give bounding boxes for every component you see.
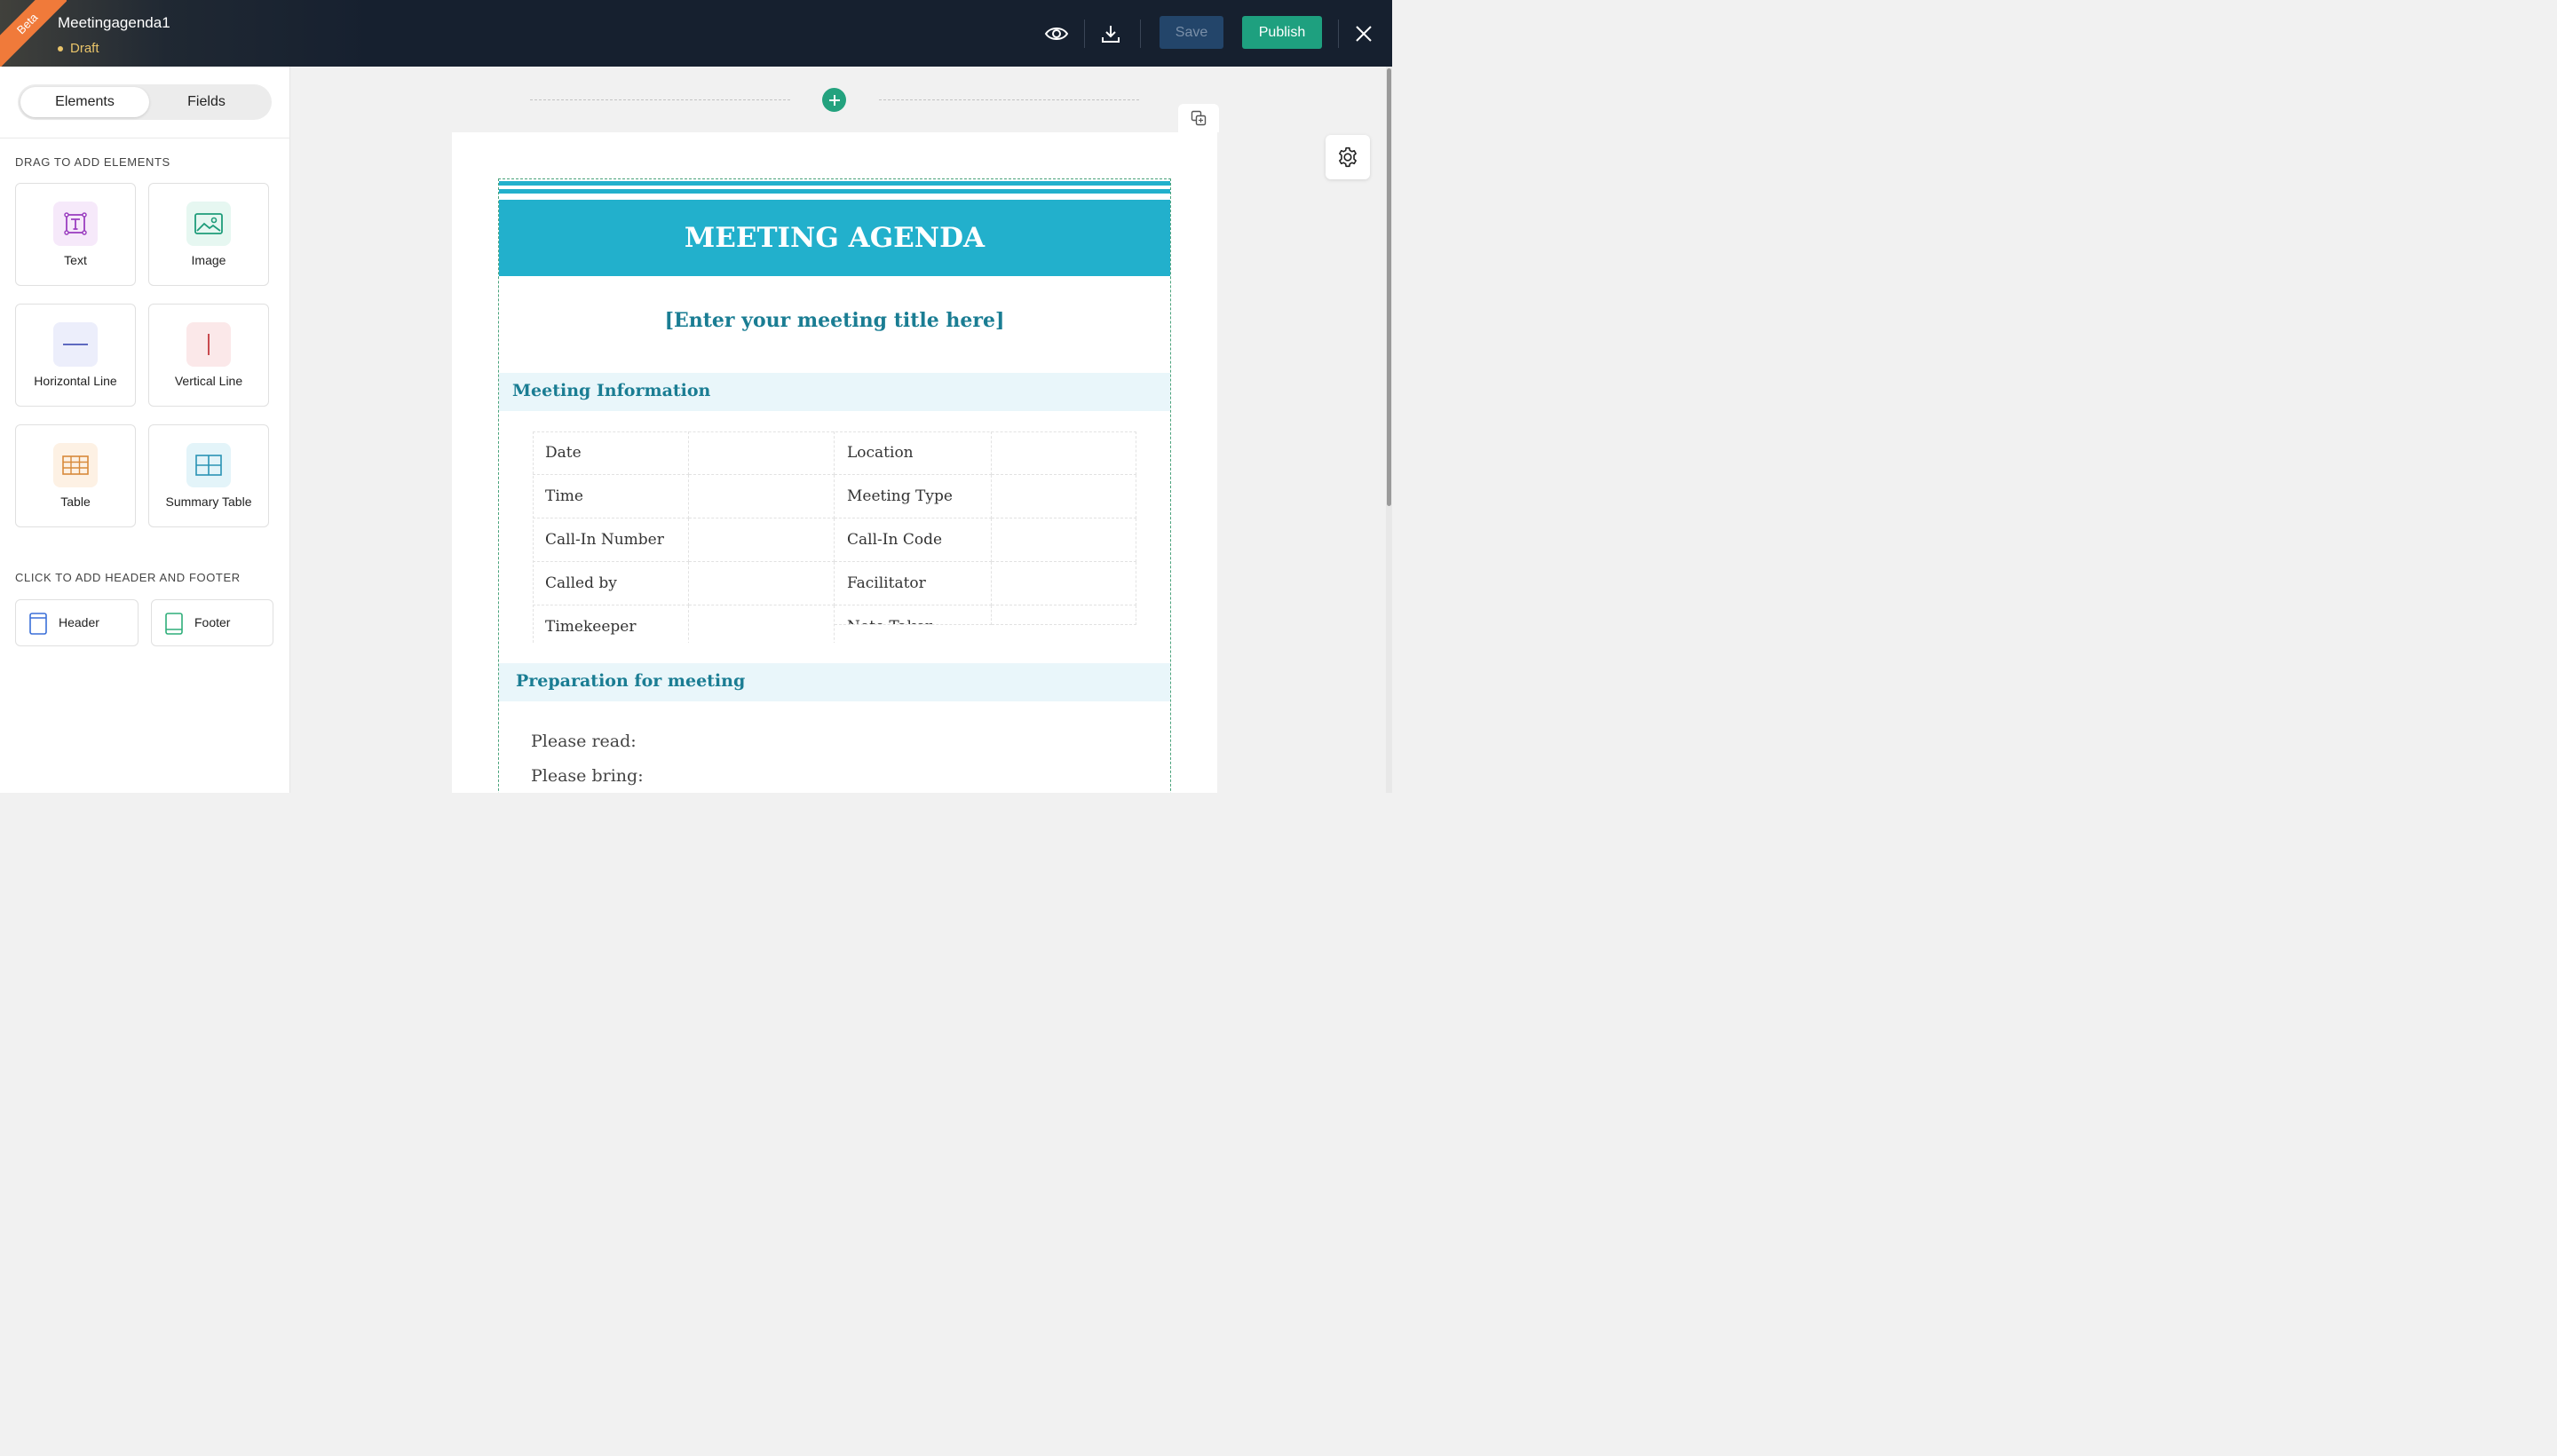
header-icon [29,613,47,639]
section-heading[interactable]: Meeting Information [512,381,710,400]
prep-item[interactable]: Please bring: [531,766,644,786]
element-label: Table [60,495,91,509]
image-icon [186,202,231,246]
table-cell-value[interactable] [689,518,835,562]
table-cell-label[interactable]: Called by [533,562,689,605]
top-bar: Beta Meetingagenda1 Draft Save Publish [0,0,1392,67]
element-label: Image [191,253,226,267]
table-cell-value[interactable] [992,475,1136,518]
header-label: Header [59,615,99,629]
page-settings-button[interactable] [1326,135,1370,179]
element-table[interactable]: Table [15,424,136,527]
element-vertical-line[interactable]: Vertical Line [148,304,269,407]
table-cell-value[interactable] [992,562,1136,605]
toolbar-divider [1140,20,1141,48]
table-cell-label[interactable]: Facilitator [835,562,992,605]
table-cell-value[interactable] [689,605,835,643]
text-icon [53,202,98,246]
editor-canvas[interactable]: MEETING AGENDA [Enter your meeting title… [290,67,1392,793]
prep-item[interactable]: Please read: [531,732,637,751]
vertical-line-icon [186,322,231,367]
table-cell-label[interactable]: Location [835,431,992,475]
section-meeting-information: Meeting Information [499,373,1170,411]
table-cell-label[interactable]: Call-In Code [835,518,992,562]
toolbar-divider [1338,20,1339,48]
element-label: Horizontal Line [34,374,117,388]
download-icon[interactable] [1096,20,1125,48]
meeting-title-placeholder[interactable]: [Enter your meeting title here] [499,309,1170,332]
element-summary-table[interactable]: Summary Table [148,424,269,527]
gear-icon [1339,146,1357,168]
banner-stripe [499,181,1170,186]
add-section-button[interactable] [822,88,846,112]
add-footer-button[interactable]: Footer [151,599,273,646]
element-horizontal-line[interactable]: Horizontal Line [15,304,136,407]
table-cell-value[interactable] [689,562,835,605]
panel-tab-switch: Elements Fields [18,84,272,120]
summary-table-icon [186,443,231,487]
table-cell-value[interactable] [992,518,1136,562]
table-cell-label[interactable]: Date [533,431,689,475]
section-preparation: Preparation for meeting [499,663,1170,701]
drag-elements-heading: DRAG TO ADD ELEMENTS [15,155,170,169]
save-button[interactable]: Save [1160,16,1223,49]
table-cell-value[interactable] [689,431,835,475]
table-cell-label[interactable]: Timekeeper [533,605,689,643]
element-label: Text [64,253,87,267]
element-label: Vertical Line [174,374,243,388]
insert-divider-left [530,99,790,100]
table-cell-label[interactable]: Time [533,475,689,518]
scrollbar-thumb[interactable] [1387,68,1391,506]
close-icon[interactable] [1350,20,1378,48]
header-footer-heading: CLICK TO ADD HEADER AND FOOTER [15,571,241,584]
add-header-button[interactable]: Header [15,599,139,646]
document-name[interactable]: Meetingagenda1 [58,14,170,32]
section-heading[interactable]: Preparation for meeting [516,671,745,691]
publish-button[interactable]: Publish [1242,16,1322,49]
table-cell-value[interactable] [992,431,1136,475]
copy-icon [1191,110,1207,126]
table-cell-label[interactable]: Meeting Type [835,475,992,518]
sidebar: Elements Fields DRAG TO ADD ELEMENTS Tex… [0,67,290,793]
toolbar-divider [1084,20,1085,48]
footer-icon [165,613,183,639]
status-text: Draft [70,41,99,56]
beta-label: Beta [0,0,67,67]
eye-icon[interactable] [1042,20,1071,48]
document-page: MEETING AGENDA [Enter your meeting title… [452,132,1217,793]
duplicate-page-button[interactable] [1178,104,1219,132]
banner-stripe [499,189,1170,194]
canvas-scrollbar[interactable] [1386,67,1392,793]
beta-ribbon: Beta [0,0,67,67]
insert-divider-right [879,99,1139,100]
plus-icon [828,94,840,106]
horizontal-line-icon [53,322,98,367]
table-cell-label[interactable]: Note Taker [835,605,992,625]
element-image[interactable]: Image [148,183,269,286]
meeting-info-table: Date Location Time Meeting Type Call-In … [533,431,1136,643]
tab-fields[interactable]: Fields [142,87,271,117]
table-cell-value[interactable] [992,605,1136,625]
tab-elements[interactable]: Elements [20,87,149,117]
table-cell-value[interactable] [689,475,835,518]
table-cell-label[interactable]: Call-In Number [533,518,689,562]
element-label: Summary Table [165,495,252,509]
status-dot [58,45,63,51]
status-badge: Draft [58,41,99,56]
table-icon [53,443,98,487]
footer-label: Footer [194,615,231,629]
document-body[interactable]: MEETING AGENDA [Enter your meeting title… [498,178,1171,793]
element-text[interactable]: Text [15,183,136,286]
banner-title[interactable]: MEETING AGENDA [499,200,1170,276]
